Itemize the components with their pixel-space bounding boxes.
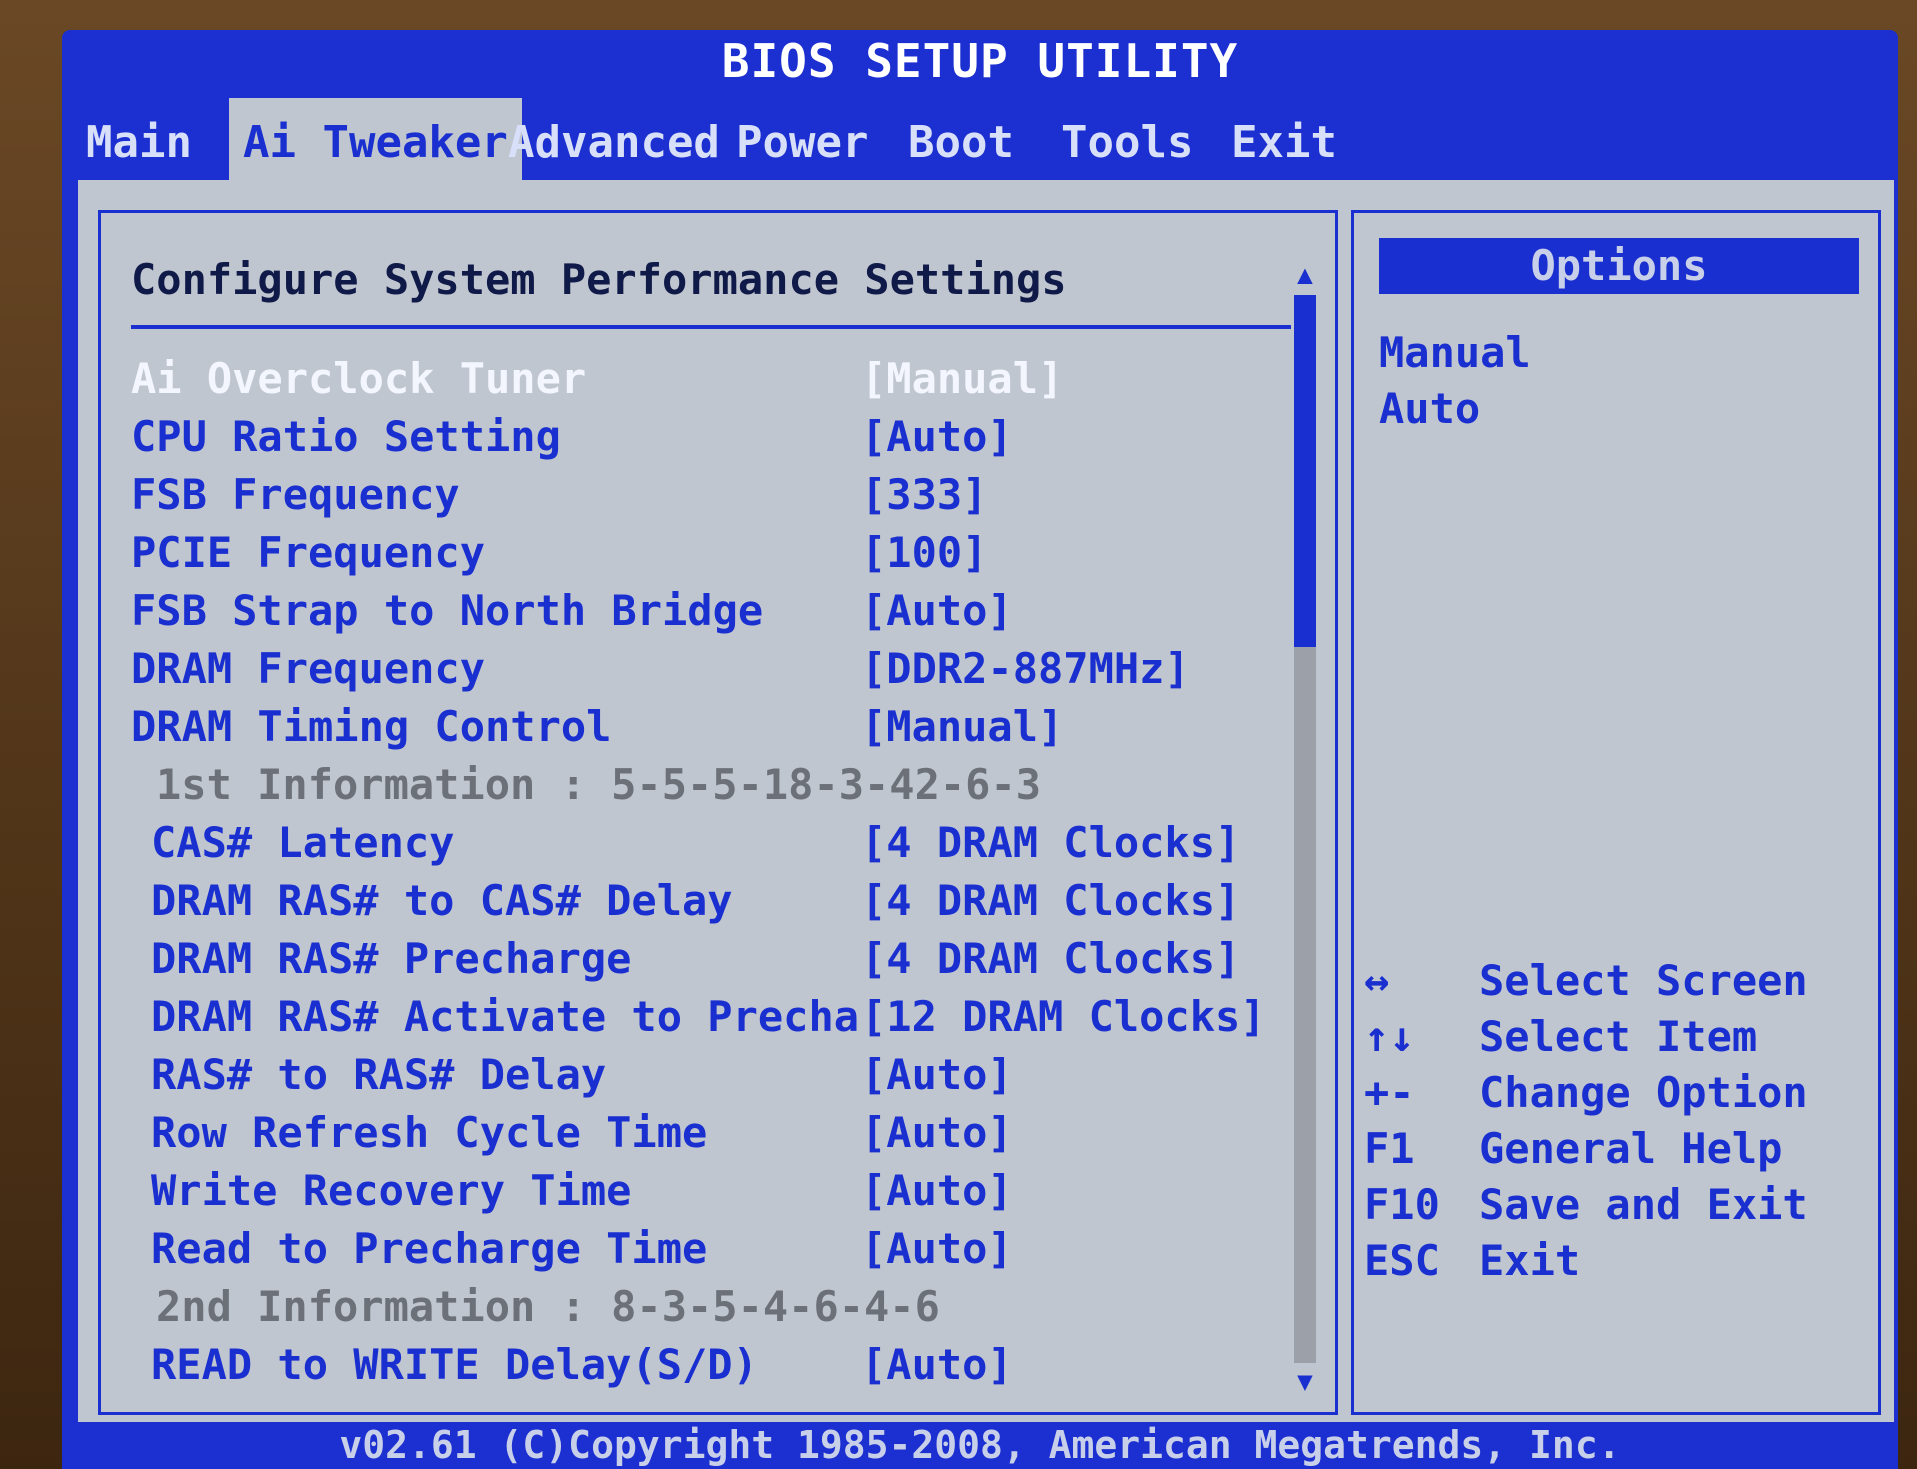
setting-label: 2nd Information : 8-3-5-4-6-4-6 — [156, 1282, 940, 1331]
setting-label: FSB Frequency — [131, 470, 460, 519]
setting-value[interactable]: [Manual] — [861, 699, 1063, 755]
setting-label: Read to Precharge Time — [151, 1224, 708, 1273]
options-heading: Options — [1379, 238, 1859, 294]
key-arrows-lr: ↔ — [1364, 956, 1390, 1005]
key-arrows-ud: ↑↓ — [1364, 1012, 1415, 1061]
setting-label: Row Refresh Cycle Time — [151, 1108, 708, 1157]
menu-bar: Main Ai Tweaker Advanced Power Boot Tool… — [62, 98, 1898, 188]
setting-label: DRAM RAS# Precharge — [151, 934, 632, 983]
setting-label: 1st Information : 5-5-5-18-3-42-6-3 — [156, 760, 1042, 809]
menu-power[interactable]: Power — [722, 98, 882, 188]
key-desc-select-item: Select Item — [1479, 1012, 1758, 1061]
setting-label: DRAM RAS# to CAS# Delay — [151, 876, 733, 925]
setting-value[interactable]: [Auto] — [861, 583, 1013, 639]
setting-value[interactable]: [100] — [861, 525, 987, 581]
window-title: BIOS SETUP UTILITY — [721, 34, 1239, 88]
setting-label: DRAM Frequency — [131, 644, 486, 693]
scrollbar[interactable] — [1294, 295, 1316, 1363]
options-box: Options Manual Auto ↔ Select Screen ↑↓ S… — [1351, 210, 1881, 1415]
key-f10: F10 — [1364, 1180, 1440, 1229]
key-desc-exit: Exit — [1479, 1236, 1581, 1285]
key-esc: ESC — [1364, 1236, 1440, 1285]
menu-advanced[interactable]: Advanced — [494, 98, 734, 188]
menu-exit[interactable]: Exit — [1217, 98, 1351, 188]
setting-label: PCIE Frequency — [131, 528, 486, 577]
setting-value[interactable]: [Auto] — [861, 1105, 1013, 1161]
scrollbar-thumb[interactable] — [1294, 295, 1316, 647]
page-title: Configure System Performance Settings — [131, 255, 1067, 304]
copyright-footer: v02.61 (C)Copyright 1985-2008, American … — [62, 1422, 1898, 1469]
setting-label: DRAM Timing Control — [131, 702, 612, 751]
main-panel: Configure System Performance Settings Ai… — [78, 180, 1894, 1469]
settings-box: Configure System Performance Settings Ai… — [98, 210, 1338, 1415]
setting-value[interactable]: [4 DRAM Clocks] — [861, 815, 1240, 871]
option-manual[interactable]: Manual — [1379, 325, 1531, 381]
setting-value[interactable]: [DDR2-887MHz] — [861, 641, 1190, 697]
option-auto[interactable]: Auto — [1379, 381, 1480, 437]
setting-value[interactable]: [4 DRAM Clocks] — [861, 873, 1240, 929]
setting-label: DRAM RAS# Activate to Precha — [151, 992, 860, 1041]
up-arrow-icon[interactable]: ▲ — [1291, 261, 1319, 289]
setting-value[interactable]: [333] — [861, 467, 987, 523]
menu-ai-tweaker[interactable]: Ai Tweaker — [229, 98, 522, 188]
setting-value[interactable]: [Auto] — [861, 1221, 1013, 1277]
down-arrow-icon[interactable]: ▼ — [1291, 1368, 1319, 1396]
menu-main[interactable]: Main — [72, 98, 206, 188]
setting-value[interactable]: [Auto] — [861, 409, 1013, 465]
setting-label: CPU Ratio Setting — [131, 412, 561, 461]
setting-value[interactable]: [Manual] — [861, 351, 1063, 407]
key-plus-minus: +- — [1364, 1068, 1415, 1117]
menu-boot[interactable]: Boot — [894, 98, 1028, 188]
setting-value[interactable]: [12 DRAM Clocks] — [861, 989, 1266, 1045]
setting-label: RAS# to RAS# Delay — [151, 1050, 607, 1099]
key-desc-change-option: Change Option — [1479, 1068, 1808, 1117]
setting-value[interactable]: [Auto] — [861, 1337, 1013, 1393]
key-desc-general-help: General Help — [1479, 1124, 1783, 1173]
setting-value[interactable]: [4 DRAM Clocks] — [861, 931, 1240, 987]
setting-label: Ai Overclock Tuner — [131, 354, 587, 403]
key-desc-save-exit: Save and Exit — [1479, 1180, 1808, 1229]
setting-label: CAS# Latency — [151, 818, 455, 867]
bios-screen: BIOS SETUP UTILITY Main Ai Tweaker Advan… — [62, 30, 1898, 1469]
setting-label: Write Recovery Time — [151, 1166, 632, 1215]
setting-label: FSB Strap to North Bridge — [131, 586, 764, 635]
title-divider — [131, 325, 1291, 329]
key-desc-select-screen: Select Screen — [1479, 956, 1808, 1005]
key-f1: F1 — [1364, 1124, 1415, 1173]
setting-value[interactable]: [Auto] — [861, 1163, 1013, 1219]
menu-tools[interactable]: Tools — [1047, 98, 1207, 188]
setting-value[interactable]: [Auto] — [861, 1047, 1013, 1103]
setting-label: READ to WRITE Delay(S/D) — [151, 1340, 758, 1389]
